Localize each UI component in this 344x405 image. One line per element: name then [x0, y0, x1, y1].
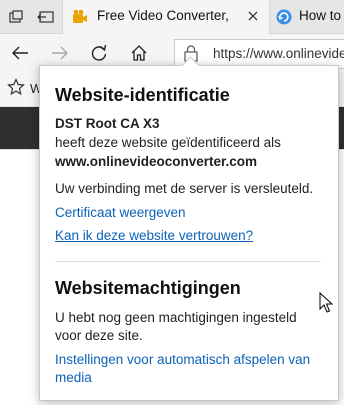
tab-active[interactable]: Free Video Converter, C: [62, 0, 270, 34]
permissions-text: U hebt nog geen machtigingen ingesteld v…: [55, 310, 297, 343]
tab-actions-icon[interactable]: [1, 0, 31, 33]
certificate-issuer: DST Root CA X3: [55, 116, 160, 131]
forward-arrow-icon: [52, 46, 68, 60]
home-button[interactable]: [124, 38, 154, 68]
permissions-heading: Websitemachtigingen: [55, 278, 241, 298]
star-icon[interactable]: [7, 78, 25, 96]
tab-bar: Free Video Converter, C How to: [0, 0, 344, 34]
url-text: https://www.onlinevide: [213, 46, 344, 61]
tab-title: Free Video Converter, C: [97, 8, 233, 23]
autoplay-settings-link[interactable]: Instellingen voor automatisch afspelen v…: [55, 351, 325, 387]
back-arrow-icon: [12, 46, 28, 60]
howto-favicon-icon: [276, 9, 292, 25]
site-domain: www.onlinevideoconverter.com: [55, 154, 258, 169]
refresh-icon: [91, 44, 107, 61]
refresh-button[interactable]: [84, 38, 114, 68]
home-icon: [131, 45, 147, 61]
encryption-status-text: Uw verbinding met de server is versleute…: [55, 181, 314, 196]
forward-button[interactable]: [45, 38, 75, 68]
back-button[interactable]: [5, 38, 35, 68]
identified-text: heeft deze website geïdentificeerd als: [55, 135, 281, 150]
tab-inactive[interactable]: How to: [269, 0, 344, 33]
close-tab-icon[interactable]: [243, 6, 263, 26]
identity-heading: Website-identificatie: [55, 85, 230, 105]
video-converter-favicon-icon: [73, 9, 87, 23]
trust-site-link[interactable]: Kan ik deze website vertrouwen?: [55, 228, 253, 243]
tabs-aside-icon[interactable]: [31, 0, 61, 33]
view-certificate-link[interactable]: Certificaat weergeven: [55, 205, 186, 220]
tab-title: How to: [299, 8, 342, 23]
mouse-cursor-icon: [319, 292, 333, 313]
section-divider: [55, 261, 321, 262]
site-identity-flyout: Website-identificatie DST Root CA X3 hee…: [39, 56, 339, 401]
